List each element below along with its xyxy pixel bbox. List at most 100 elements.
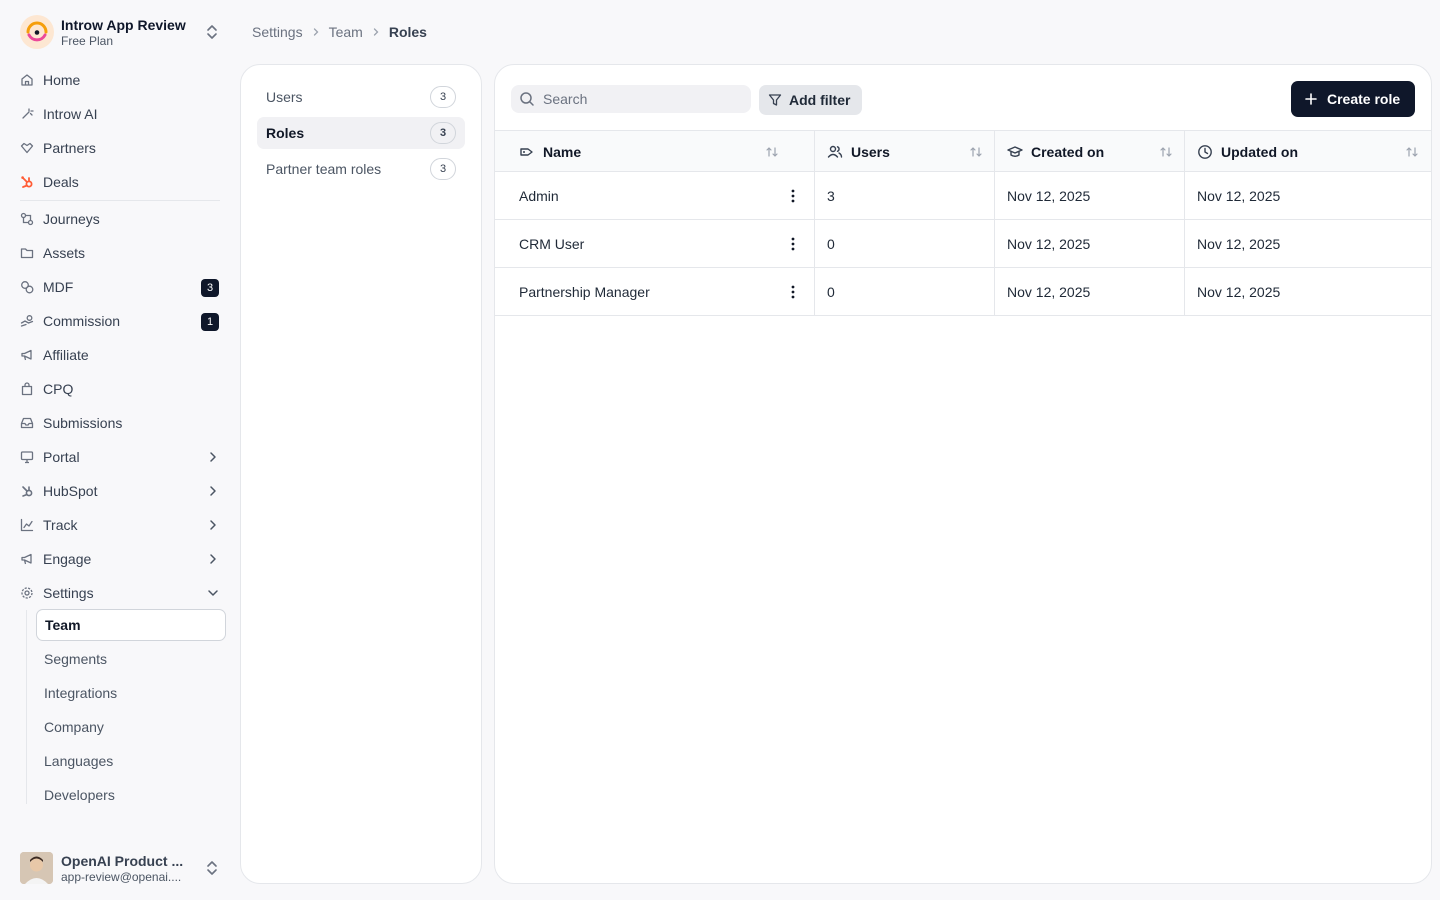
- user-email: app-review@openai....: [61, 869, 182, 884]
- column-header-updated-on[interactable]: Updated on: [1197, 131, 1431, 172]
- sidebar-subitem-company[interactable]: Company: [36, 711, 226, 743]
- sidebar-item-engage[interactable]: Engage: [20, 544, 220, 574]
- sidebar-item-label: CPQ: [43, 381, 74, 397]
- column-label: Created on: [1031, 143, 1105, 160]
- search-input[interactable]: [543, 91, 733, 107]
- subtab-roles[interactable]: Roles 3: [257, 117, 465, 149]
- tag-icon: [519, 144, 535, 160]
- hand-coins-icon: [20, 314, 34, 328]
- sort-icon[interactable]: [969, 145, 983, 159]
- column-divider: [994, 172, 995, 219]
- sidebar-item-label: MDF: [43, 279, 74, 295]
- cell-users: 0: [827, 283, 835, 300]
- shopping-bag-icon: [20, 382, 34, 396]
- home-icon: [20, 73, 34, 87]
- sidebar-subitem-developers[interactable]: Developers: [36, 779, 226, 811]
- search-box[interactable]: [511, 85, 751, 113]
- chevron-down-icon: [208, 590, 218, 596]
- sidebar-item-hubspot[interactable]: HubSpot: [20, 476, 220, 506]
- sidebar-subitem-integrations[interactable]: Integrations: [36, 677, 226, 709]
- column-label: Name: [543, 143, 582, 160]
- sidebar-subitem-team[interactable]: Team: [36, 609, 226, 641]
- sidebar-item-mdf[interactable]: MDF 3: [20, 272, 220, 302]
- sidebar-item-track[interactable]: Track: [20, 510, 220, 540]
- subtab-label: Roles: [266, 125, 305, 141]
- sidebar-item-assets[interactable]: Assets: [20, 238, 220, 268]
- user-menu[interactable]: OpenAI Product ... app-review@openai....: [20, 851, 228, 885]
- cell-updated: Nov 12, 2025: [1197, 283, 1281, 300]
- sidebar-item-label: Submissions: [43, 415, 123, 431]
- table-row[interactable]: Admin 3 Nov 12, 2025 Nov 12, 2025: [495, 172, 1431, 220]
- subtab-users[interactable]: Users 3: [257, 81, 465, 113]
- sidebar-item-affiliate[interactable]: Affiliate: [20, 340, 220, 370]
- sidebar-item-submissions[interactable]: Submissions: [20, 408, 220, 438]
- breadcrumb-roles: Roles: [388, 24, 427, 40]
- cell-users: 3: [827, 187, 835, 204]
- settings-submenu-line: [26, 610, 27, 804]
- graduation-cap-icon: [1007, 144, 1023, 160]
- mdf-count-badge: 3: [201, 279, 219, 297]
- clock-icon: [1197, 144, 1213, 160]
- sidebar-item-label: Introw AI: [43, 106, 98, 122]
- sidebar-subitem-segments[interactable]: Segments: [36, 643, 226, 675]
- column-label: Users: [851, 143, 890, 160]
- column-divider: [994, 268, 995, 315]
- sidebar-item-deals[interactable]: Deals: [20, 167, 220, 197]
- column-divider: [1184, 268, 1185, 315]
- users-icon: [827, 144, 843, 160]
- sidebar-item-label: Portal: [43, 449, 80, 465]
- sidebar-item-settings[interactable]: Settings: [20, 578, 220, 608]
- sidebar-item-label: HubSpot: [43, 483, 98, 499]
- cell-created: Nov 12, 2025: [1007, 283, 1091, 300]
- breadcrumb-team[interactable]: Team: [329, 24, 363, 40]
- more-vertical-icon[interactable]: [785, 284, 801, 300]
- inbox-icon: [20, 416, 34, 430]
- column-header-name[interactable]: Name: [519, 131, 815, 172]
- sidebar-item-label: Assets: [43, 245, 86, 261]
- app: Introw App Review Free Plan Home Introw …: [0, 0, 1440, 900]
- more-vertical-icon[interactable]: [785, 236, 801, 252]
- sidebar-item-portal[interactable]: Portal: [20, 442, 220, 472]
- sort-icon[interactable]: [1405, 145, 1419, 159]
- user-name: OpenAI Product ...: [61, 852, 184, 869]
- sparkle-icon: [20, 107, 34, 121]
- sidebar-item-introw-ai[interactable]: Introw AI: [20, 99, 220, 129]
- subtab-partner-team-roles[interactable]: Partner team roles 3: [257, 153, 465, 185]
- folder-icon: [20, 246, 34, 260]
- column-header-created-on[interactable]: Created on: [1007, 131, 1185, 172]
- subtab-count: 3: [430, 86, 456, 108]
- sidebar-item-home[interactable]: Home: [20, 65, 220, 95]
- search-icon: [520, 92, 534, 106]
- column-divider: [814, 131, 815, 172]
- subtab-count: 3: [430, 122, 456, 144]
- column-divider: [814, 268, 815, 315]
- filter-icon: [768, 94, 782, 106]
- column-divider: [994, 220, 995, 267]
- add-filter-label: Add filter: [789, 92, 851, 108]
- sidebar-item-commission[interactable]: Commission 1: [20, 306, 220, 336]
- sidebar-subitem-languages[interactable]: Languages: [36, 745, 226, 777]
- column-header-users[interactable]: Users: [827, 131, 995, 172]
- table-row[interactable]: CRM User 0 Nov 12, 2025 Nov 12, 2025: [495, 220, 1431, 268]
- add-filter-button[interactable]: Add filter: [759, 85, 862, 115]
- sort-icon[interactable]: [1159, 145, 1173, 159]
- workspace-switcher[interactable]: Introw App Review Free Plan: [20, 14, 228, 50]
- create-role-button[interactable]: Create role: [1291, 81, 1415, 117]
- column-divider: [1184, 172, 1185, 219]
- breadcrumb-settings[interactable]: Settings: [252, 24, 303, 40]
- sort-icon[interactable]: [765, 145, 779, 159]
- sidebar-divider: [20, 200, 220, 201]
- sidebar-item-cpq[interactable]: CPQ: [20, 374, 220, 404]
- subtab-label: Users: [266, 89, 303, 105]
- sidebar-item-label: Home: [43, 72, 81, 88]
- sidebar-item-partners[interactable]: Partners: [20, 133, 220, 163]
- commission-count-badge: 1: [201, 313, 219, 331]
- coins-icon: [20, 280, 34, 294]
- megaphone-icon: [20, 552, 34, 566]
- team-subnav-panel: Users 3 Roles 3 Partner team roles 3: [240, 64, 482, 884]
- sidebar-item-journeys[interactable]: Journeys: [20, 204, 220, 234]
- sidebar-item-label: Commission: [43, 313, 121, 329]
- chevron-right-icon: [210, 554, 216, 564]
- more-vertical-icon[interactable]: [785, 188, 801, 204]
- table-row[interactable]: Partnership Manager 0 Nov 12, 2025 Nov 1…: [495, 268, 1431, 316]
